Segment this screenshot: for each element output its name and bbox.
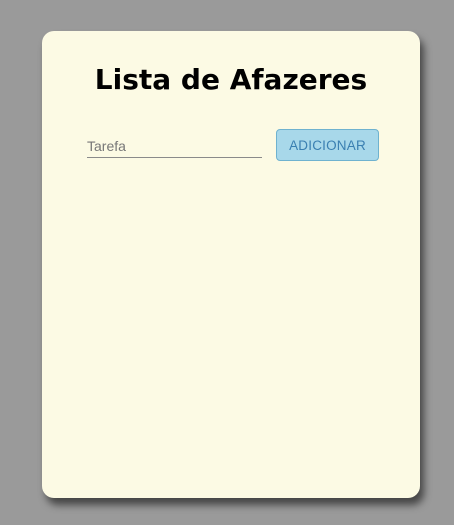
page-title: Lista de Afazeres: [94, 63, 368, 96]
todo-card: Lista de Afazeres ADICIONAR: [42, 31, 420, 498]
add-task-button[interactable]: ADICIONAR: [276, 129, 379, 161]
task-input[interactable]: [87, 132, 262, 158]
